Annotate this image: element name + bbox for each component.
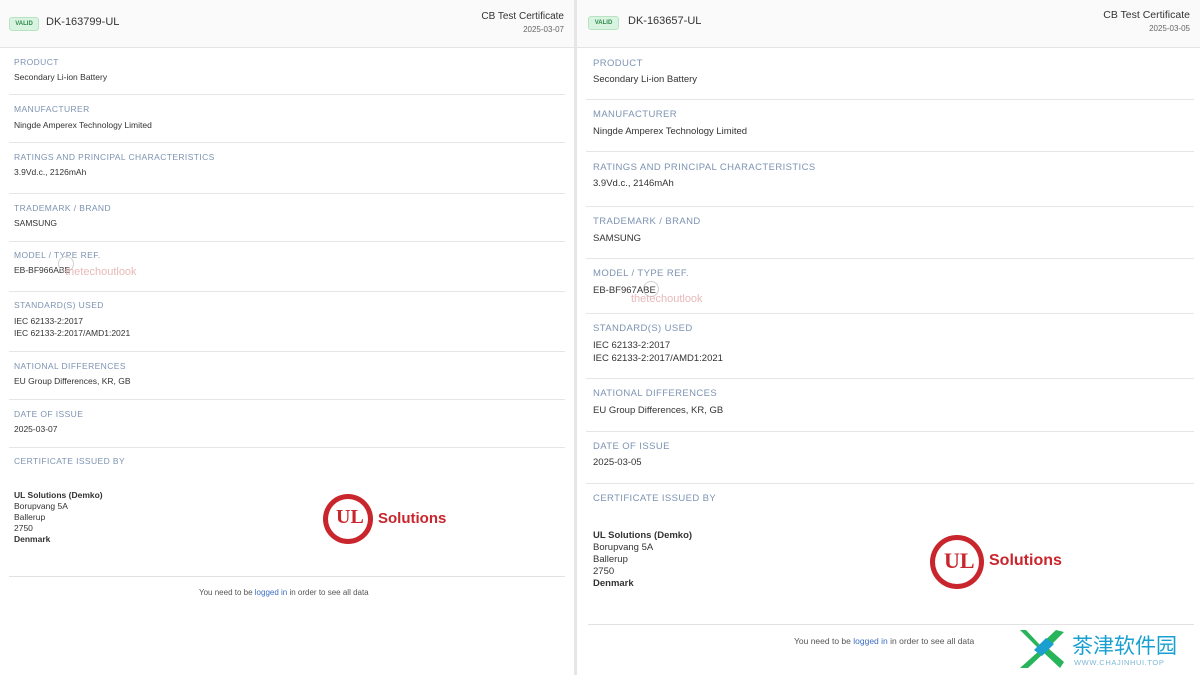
national-differences-section: NATIONAL DIFFERENCES EU Group Difference…	[586, 379, 1194, 432]
manufacturer-label: MANUFACTURER	[14, 104, 90, 114]
footer-divider	[9, 576, 565, 577]
model-section: MODEL / TYPE REF. EB-BF967ABE thetechout…	[586, 259, 1194, 314]
ul-logo-text: Solutions	[989, 552, 1062, 569]
issuer-postcode: 2750	[14, 523, 33, 533]
ratings-value: 3.9Vd.c., 2146mAh	[593, 178, 674, 189]
status-badge: VALID	[9, 17, 39, 31]
trademark-label: TRADEMARK / BRAND	[593, 216, 701, 227]
ul-logo-letters: UL	[944, 548, 975, 573]
date-of-issue-value: 2025-03-05	[593, 457, 642, 468]
national-differences-value: EU Group Differences, KR, GB	[14, 376, 131, 386]
login-link[interactable]: logged in	[255, 588, 287, 597]
issuer-street: Borupvang 5A	[14, 501, 68, 511]
manufacturer-value: Ningde Amperex Technology Limited	[593, 126, 748, 137]
trademark-label: TRADEMARK / BRAND	[14, 203, 112, 213]
corner-watermark-icon	[1020, 630, 1064, 668]
issuer-postcode: 2750	[593, 566, 615, 577]
certificate-type: CB Test Certificate	[1103, 9, 1190, 21]
manufacturer-section: MANUFACTURER Ningde Amperex Technology L…	[9, 95, 565, 143]
product-section: PRODUCT Secondary Li-ion Battery	[586, 48, 1194, 100]
ratings-label: RATINGS AND PRINCIPAL CHARACTERISTICS	[593, 162, 816, 173]
ul-logo-text: Solutions	[378, 510, 447, 527]
login-notice: You need to be logged in in order to see…	[794, 636, 974, 646]
date-of-issue-section: DATE OF ISSUE 2025-03-05	[586, 432, 1194, 484]
product-value: Secondary Li-ion Battery	[593, 74, 698, 85]
date-of-issue-section: DATE OF ISSUE 2025-03-07	[9, 400, 565, 448]
certificate-type: CB Test Certificate	[481, 11, 564, 22]
login-notice-post: in order to see all data	[887, 636, 975, 646]
issuer-name: UL Solutions (Demko)	[593, 530, 693, 541]
certificate-id: DK-163799-UL	[46, 16, 120, 28]
ratings-value: 3.9Vd.c., 2126mAh	[14, 167, 87, 177]
trademark-section: TRADEMARK / BRAND SAMSUNG	[586, 207, 1194, 259]
status-badge: VALID	[588, 16, 619, 30]
manufacturer-section: MANUFACTURER Ningde Amperex Technology L…	[586, 100, 1194, 152]
ratings-section: RATINGS AND PRINCIPAL CHARACTERISTICS 3.…	[586, 152, 1194, 207]
trademark-value: SAMSUNG	[14, 218, 57, 228]
model-section: MODEL / TYPE REF. EB-BF966ABE thetechout…	[9, 242, 565, 292]
standards-label: STANDARD(S) USED	[14, 300, 104, 310]
corner-watermark-url: WWW.CHAJINHUI.TOP	[1074, 658, 1165, 667]
standard-value-1: IEC 62133-2:2017	[593, 340, 671, 351]
certificate-panel-right: VALID DK-163657-UL CB Test Certificate 2…	[577, 0, 1200, 675]
national-differences-value: EU Group Differences, KR, GB	[593, 405, 724, 416]
login-notice: You need to be logged in in order to see…	[199, 588, 369, 597]
footer-divider	[588, 624, 1194, 625]
corner-watermark-text: 茶津软件园	[1072, 634, 1177, 658]
trademark-value: SAMSUNG	[593, 233, 642, 244]
watermark-text: thetechoutlook	[65, 266, 137, 278]
certificate-header: VALID DK-163657-UL CB Test Certificate 2…	[577, 0, 1200, 48]
certificate-date: 2025-03-05	[1149, 24, 1190, 33]
standard-value-2: IEC 62133-2:2017/AMD1:2021	[14, 328, 131, 338]
standards-label: STANDARD(S) USED	[593, 323, 693, 334]
login-notice-pre: You need to be	[794, 636, 854, 646]
issued-by-label: CERTIFICATE ISSUED BY	[14, 456, 126, 466]
product-section: PRODUCT Secondary Li-ion Battery	[9, 48, 565, 95]
manufacturer-value: Ningde Amperex Technology Limited	[14, 120, 152, 130]
issuer-country: Denmark	[14, 534, 51, 544]
date-of-issue-value: 2025-03-07	[14, 424, 58, 434]
login-notice-pre: You need to be	[199, 588, 255, 597]
standards-section: STANDARD(S) USED IEC 62133-2:2017 IEC 62…	[586, 314, 1194, 379]
product-label: PRODUCT	[593, 58, 643, 69]
model-label: MODEL / TYPE REF.	[14, 250, 101, 260]
ratings-label: RATINGS AND PRINCIPAL CHARACTERISTICS	[14, 152, 215, 162]
date-of-issue-label: DATE OF ISSUE	[14, 409, 84, 419]
certificate-id: DK-163657-UL	[628, 15, 702, 27]
standard-value-2: IEC 62133-2:2017/AMD1:2021	[593, 353, 723, 364]
certificate-panel-left: VALID DK-163799-UL CB Test Certificate 2…	[0, 0, 574, 675]
standard-value-1: IEC 62133-2:2017	[14, 316, 83, 326]
product-value: Secondary Li-ion Battery	[14, 72, 108, 82]
issuer-city: Ballerup	[14, 512, 46, 522]
manufacturer-label: MANUFACTURER	[593, 109, 677, 120]
login-notice-post: in order to see all data	[287, 588, 369, 597]
standards-section: STANDARD(S) USED IEC 62133-2:2017 IEC 62…	[9, 292, 565, 352]
date-of-issue-label: DATE OF ISSUE	[593, 441, 670, 452]
certificate-date: 2025-03-07	[523, 25, 564, 34]
issuer-country: Denmark	[593, 578, 634, 589]
watermark-text: thetechoutlook	[631, 293, 703, 305]
trademark-section: TRADEMARK / BRAND SAMSUNG	[9, 194, 565, 242]
issued-by-label: CERTIFICATE ISSUED BY	[593, 493, 717, 504]
issuer-street: Borupvang 5A	[593, 542, 654, 553]
issuer-name: UL Solutions (Demko)	[14, 490, 103, 500]
product-label: PRODUCT	[14, 57, 59, 67]
national-differences-label: NATIONAL DIFFERENCES	[14, 361, 126, 371]
national-differences-section: NATIONAL DIFFERENCES EU Group Difference…	[9, 352, 565, 400]
corner-watermark: 茶津软件园 WWW.CHAJINHUI.TOP	[1016, 626, 1196, 672]
issuer-city: Ballerup	[593, 554, 628, 565]
login-link[interactable]: logged in	[853, 636, 888, 646]
ul-solutions-logo: UL Solutions	[323, 494, 448, 544]
ul-logo-letters: UL	[336, 506, 364, 528]
ul-solutions-logo: UL Solutions	[930, 535, 1065, 589]
model-label: MODEL / TYPE REF.	[593, 268, 690, 279]
certificate-header: VALID DK-163799-UL CB Test Certificate 2…	[0, 0, 574, 48]
ratings-section: RATINGS AND PRINCIPAL CHARACTERISTICS 3.…	[9, 143, 565, 194]
national-differences-label: NATIONAL DIFFERENCES	[593, 388, 718, 399]
